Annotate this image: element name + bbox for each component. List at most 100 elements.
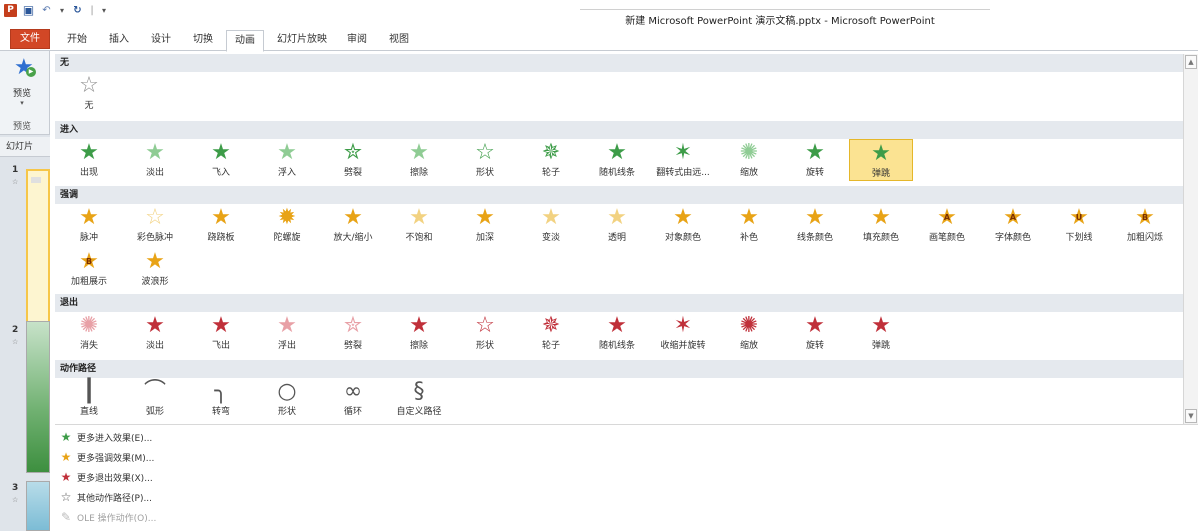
preview-dropdown-icon[interactable]: ▾	[0, 99, 44, 107]
scroll-up-icon[interactable]: ▲	[1185, 55, 1197, 69]
effect-item[interactable]: ★ 出现	[57, 139, 121, 181]
effect-item[interactable]: ★ 飞出	[189, 312, 253, 354]
star-icon: ★	[145, 140, 165, 165]
tab-design[interactable]: 设计	[144, 30, 178, 51]
star-outline-icon: ☆	[145, 205, 165, 230]
effect-item[interactable]: ★ 飞入	[189, 139, 253, 181]
effect-label: 加粗展示	[70, 277, 107, 287]
powerpoint-logo-icon[interactable]: P	[4, 4, 17, 17]
effect-label: 转弯	[211, 407, 230, 417]
gallery-scrollbar[interactable]: ▲ ▼	[1183, 54, 1198, 424]
effect-item[interactable]: ✶ 收缩并旋转	[651, 312, 715, 354]
star-icon: ★	[607, 205, 627, 230]
star-split-icon: ✮	[343, 140, 363, 165]
menu-item-more-emphasis[interactable]: ★ 更多强调效果(M)...	[55, 447, 455, 467]
customize-toolbar-icon[interactable]: ▾	[100, 4, 108, 17]
effect-item[interactable]: ✺ 消失	[57, 312, 121, 354]
effect-item[interactable]: ★ 擦除	[387, 139, 451, 181]
effect-item[interactable]: ★ 放大/缩小	[321, 204, 385, 246]
preview-button[interactable]: 预览	[0, 86, 44, 99]
effect-item[interactable]: ★ 淡出	[123, 139, 187, 181]
undo-icon[interactable]: ↶	[40, 4, 53, 17]
effect-item[interactable]: ★ A 字体颜色	[981, 204, 1045, 246]
effect-item[interactable]: ✵ 轮子	[519, 312, 583, 354]
effect-item[interactable]: § 自定义路径	[387, 378, 451, 420]
slides-tab[interactable]: 幻灯片	[0, 137, 50, 157]
star-grow-icon: ★	[343, 205, 363, 230]
effect-item[interactable]: ✮ 劈裂	[321, 312, 385, 354]
effect-item[interactable]: ✮ 劈裂	[321, 139, 385, 181]
tab-file[interactable]: 文件	[10, 29, 50, 49]
undo-dropdown-icon[interactable]: ▾	[58, 4, 66, 17]
effect-item[interactable]: ★ 补色	[717, 204, 781, 246]
preview-icon[interactable]: ★ ▶	[14, 55, 36, 80]
effect-label: 形状	[475, 341, 494, 351]
more-effects-menu: ★ 更多进入效果(E)... ★ 更多强调效果(M)... ★ 更多退出效果(X)... ☆…	[55, 424, 1198, 531]
section-header: 进入	[55, 121, 1183, 139]
effect-item[interactable]: ★ 旋转	[783, 139, 847, 181]
effect-label: 加粗闪烁	[1126, 233, 1163, 243]
tab-insert[interactable]: 插入	[102, 30, 136, 51]
effect-item[interactable]: ✺ 缩放	[717, 139, 781, 181]
effect-item[interactable]: ○ 形状	[255, 378, 319, 420]
menu-item-more-exit[interactable]: ★ 更多退出效果(X)...	[55, 467, 455, 487]
scroll-down-icon[interactable]: ▼	[1185, 409, 1197, 423]
tab-home[interactable]: 开始	[60, 30, 94, 51]
effect-item[interactable]: ★ 加深	[453, 204, 517, 246]
effect-item[interactable]: ★ 浮出	[255, 312, 319, 354]
effect-item[interactable]: ∞ 循环	[321, 378, 385, 420]
effect-item[interactable]: ☆ 形状	[453, 312, 517, 354]
effect-item[interactable]: ★ 脉冲	[57, 204, 121, 246]
effect-item[interactable]: ★ 透明	[585, 204, 649, 246]
effect-item[interactable]: ★ 淡出	[123, 312, 187, 354]
slide-thumbnail-2[interactable]	[26, 321, 50, 473]
star-outline-icon: ☆	[475, 313, 495, 338]
effect-item[interactable]: ★ 弹跳	[849, 312, 913, 354]
tab-slideshow[interactable]: 幻灯片放映	[272, 30, 332, 51]
effect-label: 无	[84, 101, 94, 111]
effect-item[interactable]: ★ 旋转	[783, 312, 847, 354]
effect-item[interactable]: ★ 对象颜色	[651, 204, 715, 246]
effect-item[interactable]: ★ 波浪形	[123, 248, 187, 290]
tab-view[interactable]: 视图	[382, 30, 416, 51]
effect-item[interactable]: ╮ 转弯	[189, 378, 253, 420]
effect-item[interactable]: ✺ 缩放	[717, 312, 781, 354]
effect-label: 变淡	[541, 233, 560, 243]
menu-item-more-paths[interactable]: ☆ 其他动作路径(P)...	[55, 487, 455, 507]
effect-item[interactable]: ★ A 画笔颜色	[915, 204, 979, 246]
menu-item-ole-action: ✎ OLE 操作动作(O)...	[55, 507, 455, 527]
effect-item[interactable]: ✹ 陀螺旋	[255, 204, 319, 246]
tab-review[interactable]: 审阅	[340, 30, 374, 51]
redo-icon[interactable]: ↻	[71, 4, 84, 17]
effect-item[interactable]: ┃ 直线	[57, 378, 121, 420]
slide-thumbnail-3[interactable]	[26, 481, 50, 531]
effect-item[interactable]: ✵ 轮子	[519, 139, 583, 181]
menu-item-more-entrance[interactable]: ★ 更多进入效果(E)...	[55, 427, 455, 447]
effect-label: 旋转	[805, 168, 824, 178]
effect-item[interactable]: ★ 不饱和	[387, 204, 451, 246]
star-icon: ★	[409, 205, 429, 230]
effect-item[interactable]: ★ 线条颜色	[783, 204, 847, 246]
effect-item[interactable]: ★ B 加粗闪烁	[1113, 204, 1177, 246]
effect-item[interactable]: ★ 擦除	[387, 312, 451, 354]
save-icon[interactable]: ▣	[22, 4, 35, 17]
effect-item[interactable]: ★ 浮入	[255, 139, 319, 181]
slide-number-3: 3	[12, 483, 19, 493]
star-icon: ★	[541, 205, 561, 230]
effect-item[interactable]: ★ 跷跷板	[189, 204, 253, 246]
effect-item[interactable]: ☆ 无	[57, 72, 121, 114]
effect-item[interactable]: ★ 随机线条	[585, 139, 649, 181]
effect-item[interactable]: ✶ 翻转式由远...	[651, 139, 715, 181]
effect-item[interactable]: ★ 弹跳	[849, 139, 913, 181]
effect-item[interactable]: ★ 填充颜色	[849, 204, 913, 246]
effect-item[interactable]: ★ 变淡	[519, 204, 583, 246]
tab-transitions[interactable]: 切换	[186, 30, 220, 51]
effect-item[interactable]: ⌒ 弧形	[123, 378, 187, 420]
effect-item[interactable]: ☆ 形状	[453, 139, 517, 181]
tab-animations[interactable]: 动画	[226, 30, 264, 52]
effect-item[interactable]: ★ 随机线条	[585, 312, 649, 354]
effect-item[interactable]: ★ U 下划线	[1047, 204, 1111, 246]
effect-item[interactable]: ☆ 彩色脉冲	[123, 204, 187, 246]
effect-item[interactable]: ★ B 加粗展示	[57, 248, 121, 290]
section-header: 强调	[55, 186, 1183, 204]
